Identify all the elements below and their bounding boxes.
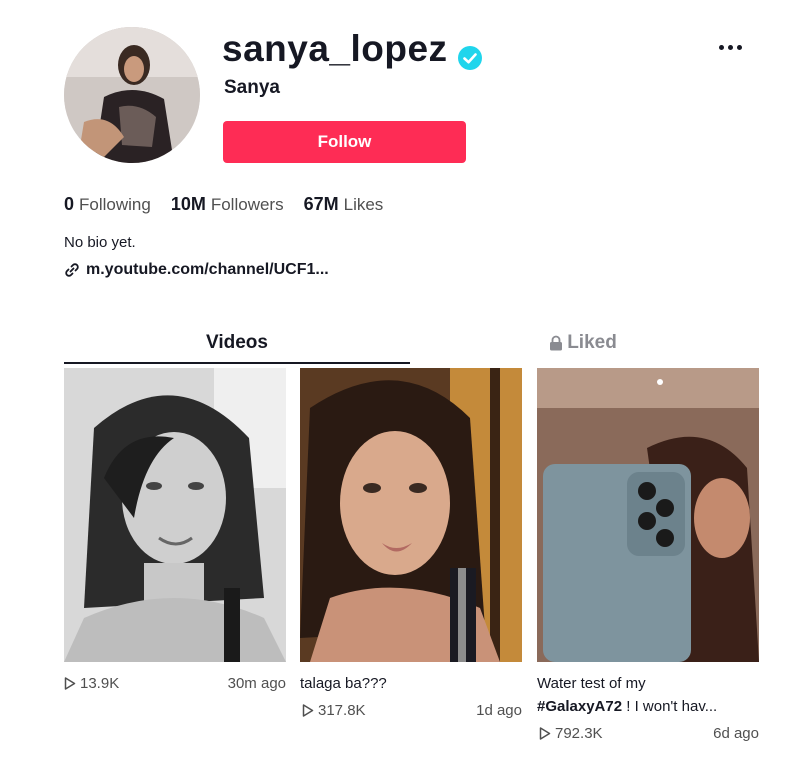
video-meta: 13.9K 30m ago — [64, 672, 286, 695]
video-thumbnail-image — [537, 368, 759, 662]
video-thumbnail[interactable] — [300, 368, 522, 662]
video-meta: 317.8K 1d ago — [300, 699, 522, 722]
video-caption: talaga ba??? — [300, 675, 387, 692]
profile-stats: 0 Following 10M Followers 67M Likes — [64, 194, 383, 215]
video-grid: 13.9K 30m ago talaga ba??? 317.8K 1d ago… — [64, 368, 764, 768]
video-meta: 792.3K 6d ago — [537, 722, 759, 745]
profile-username: sanya_lopez — [222, 28, 482, 70]
play-count-text: 792.3K — [555, 725, 603, 742]
lock-icon — [550, 335, 563, 351]
followers-count: 10M — [170, 194, 206, 214]
video-card[interactable]: talaga ba??? 317.8K 1d ago — [300, 368, 522, 722]
ellipsis-icon — [718, 44, 724, 50]
tab-liked[interactable]: Liked — [410, 324, 756, 362]
follow-button[interactable]: Follow — [223, 121, 466, 163]
avatar-image — [64, 27, 200, 163]
username-text: sanya_lopez — [222, 28, 448, 69]
profile-link[interactable]: m.youtube.com/channel/UCF1... — [64, 261, 329, 279]
likes-stat: 67M Likes — [304, 194, 384, 215]
play-count-text: 13.9K — [80, 675, 120, 692]
video-thumbnail-image — [64, 368, 286, 662]
video-thumbnail[interactable] — [537, 368, 759, 662]
play-count: 792.3K — [539, 725, 603, 742]
link-icon — [65, 263, 79, 277]
video-caption-hashtag[interactable]: #GalaxyA72 — [537, 698, 622, 715]
play-icon — [64, 677, 76, 690]
followers-label: Followers — [210, 195, 284, 214]
play-count: 317.8K — [302, 702, 366, 719]
video-time: 1d ago — [476, 702, 522, 719]
likes-count: 67M — [303, 194, 339, 214]
more-options-button[interactable] — [712, 35, 748, 59]
video-thumbnail-image — [300, 368, 522, 662]
video-card[interactable]: Water test of my #GalaxyA72 ! I won't ha… — [537, 368, 759, 745]
play-count-text: 317.8K — [318, 702, 366, 719]
video-caption-line1: Water test of my — [537, 675, 646, 692]
followers-stat[interactable]: 10M Followers — [171, 194, 284, 215]
play-icon — [302, 704, 314, 717]
tab-videos[interactable]: Videos — [64, 324, 410, 364]
profile-link-text: m.youtube.com/channel/UCF1... — [86, 261, 329, 278]
play-icon — [539, 727, 551, 740]
video-time: 30m ago — [227, 675, 286, 692]
profile-tabs: Videos Liked — [64, 324, 756, 364]
play-count: 13.9K — [64, 675, 119, 692]
profile-avatar[interactable] — [64, 27, 200, 163]
profile-bio: No bio yet. — [64, 234, 136, 251]
likes-label: Likes — [343, 195, 384, 214]
tab-liked-label: Liked — [567, 332, 617, 353]
video-caption: Water test of my #GalaxyA72 ! I won't ha… — [537, 672, 759, 718]
video-thumbnail[interactable] — [64, 368, 286, 662]
video-caption-rest: ! I won't hav... — [622, 698, 718, 715]
verified-badge-icon — [457, 37, 482, 70]
following-count: 0 — [64, 194, 75, 214]
ellipsis-dot — [727, 44, 733, 50]
profile-nickname: Sanya — [224, 77, 280, 98]
video-time: 6d ago — [713, 725, 759, 742]
following-label: Following — [79, 195, 151, 214]
video-card[interactable]: 13.9K 30m ago — [64, 368, 286, 695]
ellipsis-dot — [736, 44, 742, 50]
following-stat[interactable]: 0 Following — [64, 194, 151, 215]
